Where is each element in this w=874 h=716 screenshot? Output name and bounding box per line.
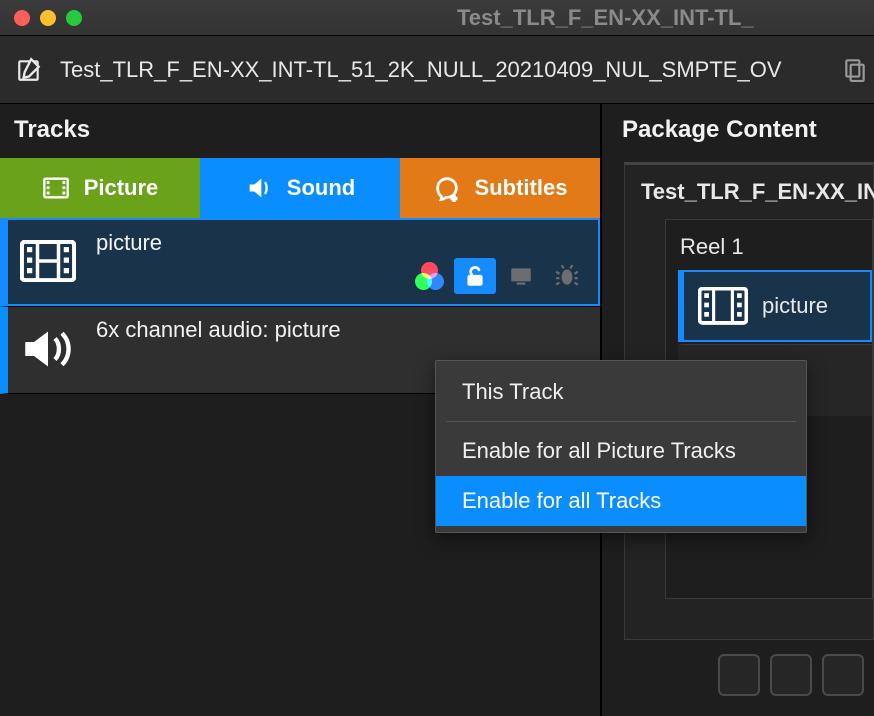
speaker-icon (20, 328, 76, 372)
tab-picture[interactable]: Picture (0, 158, 200, 218)
track-type-tabs: Picture Sound Subtitles (0, 158, 600, 218)
context-menu: This Track Enable for all Picture Tracks… (435, 360, 807, 533)
zoom-window-button[interactable] (66, 10, 82, 26)
track-toolbar (408, 258, 588, 294)
close-window-button[interactable] (14, 10, 30, 26)
track-label: 6x channel audio: picture (96, 317, 588, 343)
package-name: Test_TLR_F_EN-XX_IN (625, 179, 873, 219)
tab-subtitles[interactable]: Subtitles (400, 158, 600, 218)
film-icon (698, 287, 748, 325)
track-row-picture[interactable]: picture (0, 218, 600, 306)
document-header: Test_TLR_F_EN-XX_INT-TL_51_2K_NULL_20210… (0, 36, 874, 104)
monitor-icon[interactable] (500, 258, 542, 294)
pager (708, 644, 874, 706)
pager-box-2[interactable] (770, 654, 812, 696)
window-titlebar: Test_TLR_F_EN-XX_INT-TL_ (0, 0, 874, 36)
tab-sound-label: Sound (287, 175, 355, 201)
window-title: Test_TLR_F_EN-XX_INT-TL_ (437, 0, 874, 36)
unlock-icon[interactable] (454, 258, 496, 294)
reel-title: Reel 1 (666, 234, 872, 270)
film-add-icon (42, 174, 70, 202)
pager-box-3[interactable] (822, 654, 864, 696)
menu-enable-all-tracks[interactable]: Enable for all Tracks (436, 476, 806, 526)
menu-enable-all-picture[interactable]: Enable for all Picture Tracks (436, 426, 806, 476)
pager-box-1[interactable] (718, 654, 760, 696)
film-icon (20, 240, 76, 284)
tab-subtitles-label: Subtitles (475, 175, 568, 201)
reel-track-label: picture (762, 293, 828, 319)
color-icon[interactable] (408, 258, 450, 294)
tab-picture-label: Picture (84, 175, 159, 201)
menu-separator (446, 421, 796, 422)
minimize-window-button[interactable] (40, 10, 56, 26)
copy-icon[interactable] (842, 56, 868, 82)
speaker-add-icon (245, 174, 273, 202)
edit-icon[interactable] (16, 57, 42, 83)
document-name: Test_TLR_F_EN-XX_INT-TL_51_2K_NULL_20210… (60, 57, 782, 83)
reel-track-picture[interactable]: picture (678, 270, 872, 342)
subtitle-add-icon (433, 174, 461, 202)
traffic-lights (0, 10, 82, 26)
track-label: picture (96, 230, 586, 256)
tracks-panel-title: Tracks (0, 104, 600, 158)
menu-this-track[interactable]: This Track (436, 367, 806, 417)
bug-icon[interactable] (546, 258, 588, 294)
tab-sound[interactable]: Sound (200, 158, 400, 218)
package-panel-title: Package Content (602, 104, 874, 158)
